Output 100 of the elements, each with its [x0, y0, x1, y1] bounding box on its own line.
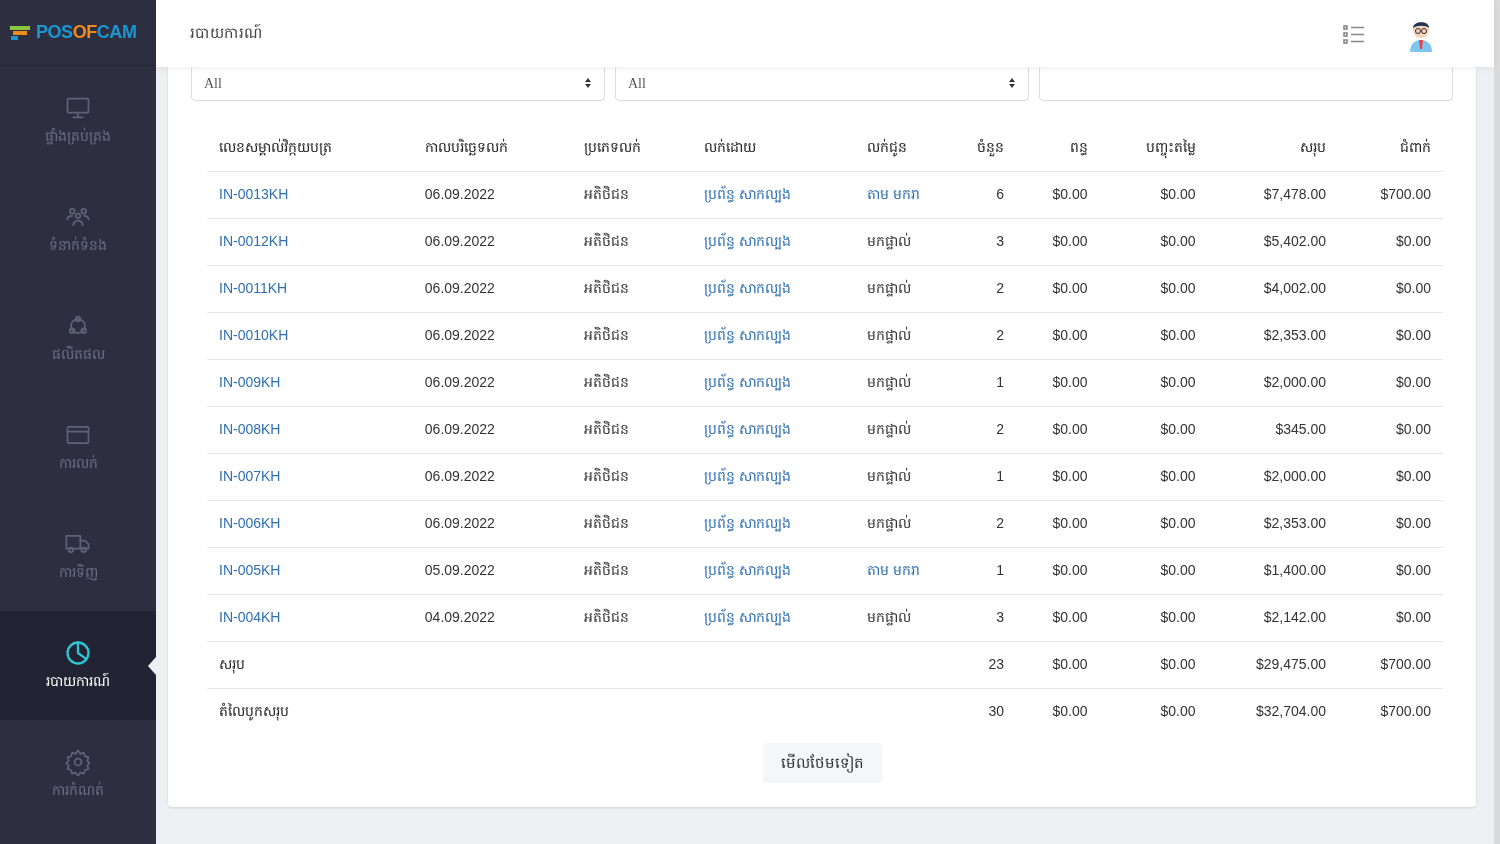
table-cell: 3 [996, 609, 1005, 625]
table-cell: $0.00 [1160, 609, 1196, 625]
seller-link[interactable]: ប្រព័ន្ធ សាកល្បង [704, 515, 791, 531]
table-cell: អតិថិជន [583, 468, 629, 484]
table-cell: $0.00 [1052, 374, 1088, 390]
pie-chart-icon [64, 639, 92, 667]
table-cell: 06.09.2022 [424, 515, 495, 531]
customer-link[interactable]: តាម មករា [867, 562, 919, 578]
invoice-link[interactable]: IN-006KH [219, 515, 281, 531]
seller-link[interactable]: ប្រព័ន្ធ សាកល្បង [704, 374, 791, 390]
table-cell: 05.09.2022 [424, 562, 495, 578]
table-cell: មកផ្ទាល់ [867, 468, 912, 484]
select-field[interactable]: All [191, 67, 605, 101]
table-cell: $7,478.00 [1263, 186, 1326, 202]
table-cell: អតិថិជន [583, 562, 629, 578]
seller-link[interactable]: ប្រព័ន្ធ សាកល្បង [704, 468, 791, 484]
table-cell: $0.00 [1160, 374, 1196, 390]
column-header: លេខសម្គាល់វិក្កយបត្រ [219, 139, 332, 156]
invoice-link[interactable]: IN-008KH [219, 421, 281, 437]
logo-text: POSOFCAM [36, 21, 137, 44]
input-field[interactable] [1039, 67, 1453, 101]
customer-link[interactable]: តាម មករា [867, 186, 919, 202]
seller-link[interactable]: ប្រព័ន្ធ សាកល្បង [704, 233, 791, 249]
table-cell: $0.00 [1052, 186, 1088, 202]
invoice-link[interactable]: IN-0011KH [219, 280, 288, 296]
table-cell: អតិថិជន [583, 421, 629, 437]
table-cell: $0.00 [1160, 186, 1196, 202]
invoice-link[interactable]: IN-009KH [219, 374, 281, 390]
total-cell: $0.00 [1160, 656, 1196, 672]
column-header: កាលបរិច្ឆេទលក់ [424, 139, 508, 156]
table-cell: 06.09.2022 [424, 186, 495, 202]
total-label: តំលៃបូកសរុប [219, 703, 289, 720]
column-header: ជំពាក់ [1400, 139, 1431, 156]
table-cell: 06.09.2022 [424, 233, 495, 249]
select-field[interactable]: All [615, 67, 1029, 101]
table-cell: មកផ្ទាល់ [867, 233, 912, 249]
invoice-link[interactable]: IN-004KH [219, 609, 281, 625]
table-cell: $2,000.00 [1263, 374, 1326, 390]
invoice-link[interactable]: IN-0012KH [219, 233, 289, 249]
seller-link[interactable]: ប្រព័ន្ធ សាកល្បង [704, 186, 791, 202]
column-header: ប្រភេទលក់ [583, 139, 641, 156]
total-cell: $700.00 [1380, 656, 1431, 672]
table-cell: $0.00 [1395, 374, 1431, 390]
table-cell: មកផ្ទាល់ [867, 327, 912, 343]
table-cell: $1,400.00 [1263, 562, 1326, 578]
total-cell: $29,475.00 [1255, 656, 1326, 672]
load-more-button[interactable]: មើលថែមទៀត [762, 743, 882, 783]
table-cell: 06.09.2022 [424, 327, 495, 343]
table-cell: 06.09.2022 [424, 468, 495, 484]
invoice-link[interactable]: IN-0010KH [219, 327, 289, 343]
table-cell: $0.00 [1052, 280, 1088, 296]
sidebar-item[interactable]: របាយការណ៍ [0, 611, 156, 720]
list-icon[interactable] [1342, 22, 1366, 45]
table-cell: $345.00 [1275, 421, 1326, 437]
table-cell: មកផ្ទាល់ [867, 609, 912, 625]
table-cell: អតិថិជន [583, 515, 629, 531]
table-cell: មកផ្ទាល់ [867, 374, 912, 390]
table-cell: អតិថិជន [583, 374, 629, 390]
invoice-link[interactable]: IN-005KH [219, 562, 281, 578]
table-cell: $0.00 [1052, 421, 1088, 437]
table-cell: $0.00 [1395, 233, 1431, 249]
table-cell: មកផ្ទាល់ [867, 515, 912, 531]
table-cell: 06.09.2022 [424, 280, 495, 296]
table-cell: $0.00 [1052, 562, 1088, 578]
column-header: ចំនួន [977, 139, 1005, 156]
table-cell: $0.00 [1160, 327, 1196, 343]
table-cell: $700.00 [1380, 186, 1431, 202]
seller-link[interactable]: ប្រព័ន្ធ សាកល្បង [704, 609, 791, 625]
sort-caret-icon [1008, 77, 1016, 89]
seller-link[interactable]: ប្រព័ន្ធ សាកល្បង [704, 327, 791, 343]
table-cell: $0.00 [1160, 421, 1196, 437]
scrollbar[interactable] [1494, 0, 1500, 844]
table-cell: $0.00 [1160, 515, 1196, 531]
table-cell: $0.00 [1395, 468, 1431, 484]
table-cell: 3 [996, 233, 1005, 249]
total-cell: $0.00 [1160, 703, 1196, 720]
table-cell: អតិថិជន [583, 186, 629, 202]
table-cell: 1 [996, 562, 1005, 578]
seller-link[interactable]: ប្រព័ន្ធ សាកល្បង [704, 562, 791, 578]
invoice-link[interactable]: IN-007KH [219, 468, 281, 484]
table-cell: 04.09.2022 [424, 609, 495, 625]
page-title: របាយការណ៍ [190, 23, 262, 44]
table-cell: 06.09.2022 [424, 374, 495, 390]
table-cell: $0.00 [1052, 515, 1088, 531]
invoice-link[interactable]: IN-0013KH [219, 186, 289, 202]
total-cell: $700.00 [1380, 703, 1431, 720]
table-cell: 1 [996, 374, 1005, 390]
table-cell: $2,353.00 [1263, 515, 1326, 531]
seller-link[interactable]: ប្រព័ន្ធ សាកល្បង [704, 280, 791, 296]
sort-caret-icon [584, 77, 592, 89]
table-cell: 2 [996, 280, 1005, 296]
table-cell: $0.00 [1395, 280, 1431, 296]
table-cell: $0.00 [1052, 327, 1088, 343]
table-cell: $0.00 [1052, 468, 1088, 484]
table-cell: $4,002.00 [1263, 280, 1326, 296]
table-cell: $2,142.00 [1263, 609, 1326, 625]
seller-link[interactable]: ប្រព័ន្ធ សាកល្បង [704, 421, 791, 437]
table-cell: 6 [996, 186, 1005, 202]
table-cell: មកផ្ទាល់ [867, 421, 912, 437]
table-cell: $0.00 [1395, 562, 1431, 578]
